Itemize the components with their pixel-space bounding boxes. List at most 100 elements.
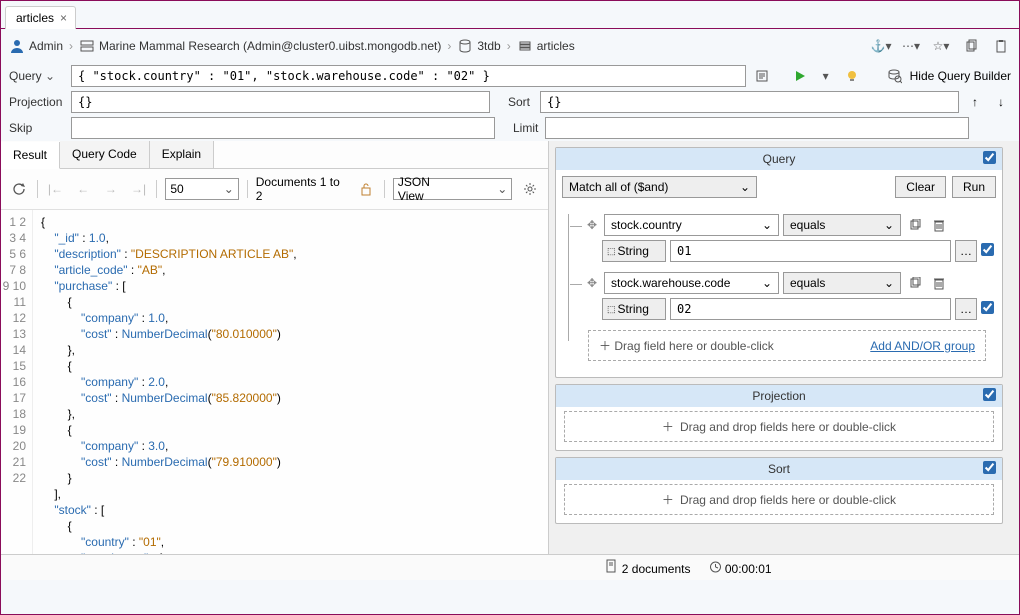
builder-icon[interactable] <box>884 66 904 86</box>
database-icon <box>457 38 473 54</box>
breadcrumb-db[interactable]: 3tdb <box>477 39 500 53</box>
doc-range-label: Documents 1 to 2 <box>256 175 349 203</box>
skip-input[interactable] <box>71 117 495 139</box>
grip-icon[interactable]: ✥ <box>584 218 600 232</box>
value-input[interactable] <box>670 298 951 320</box>
query-panel-header: Query <box>556 148 1002 170</box>
conditions-list: ✥ stock.country⌄ equals⌄ ⬚String … <box>556 204 1002 377</box>
value-enabled-toggle[interactable] <box>981 243 994 259</box>
projection-sort-row: Projection Sort ↑ ↓ <box>1 89 1019 115</box>
close-icon[interactable]: × <box>60 11 67 25</box>
field-select[interactable]: stock.warehouse.code⌄ <box>604 272 779 294</box>
tab-explain[interactable]: Explain <box>150 141 214 168</box>
bulb-icon[interactable] <box>842 66 862 86</box>
line-gutter: 1 2 3 4 5 6 7 8 9 10 11 12 13 14 15 16 1… <box>1 210 33 554</box>
last-page-icon[interactable]: →| <box>129 179 149 199</box>
doc-count-status: 2 documents <box>606 559 690 576</box>
duplicate-icon[interactable] <box>905 273 925 293</box>
scrollbar[interactable] <box>1007 141 1019 554</box>
server-icon <box>79 38 95 54</box>
hide-builder-button[interactable]: Hide Query Builder <box>910 69 1011 83</box>
projection-drop[interactable]: ＋Drag and drop fields here or double-cli… <box>564 411 994 442</box>
gear-icon[interactable] <box>520 179 540 199</box>
sort-panel-toggle[interactable] <box>983 461 996 477</box>
sort-asc-icon[interactable]: ↑ <box>965 92 985 112</box>
breadcrumb-connection[interactable]: Marine Mammal Research (Admin@cluster0.u… <box>99 39 441 53</box>
star-icon[interactable]: ☆▾ <box>931 36 951 56</box>
plus-icon: ＋ <box>599 339 611 353</box>
elapsed-time-status: 00:00:01 <box>709 560 772 576</box>
view-mode-select[interactable]: JSON View⌄ <box>393 178 512 200</box>
user-icon <box>9 38 25 54</box>
status-bar: 2 documents 00:00:01 <box>1 554 1019 580</box>
first-page-icon[interactable]: |← <box>46 179 66 199</box>
breadcrumb: Admin › Marine Mammal Research (Admin@cl… <box>1 29 1019 63</box>
paste-icon[interactable] <box>991 36 1011 56</box>
sort-panel-header: Sort <box>556 458 1002 480</box>
query-panel-toggle[interactable] <box>983 151 996 167</box>
type-select[interactable]: ⬚String <box>602 298 666 320</box>
copy-icon[interactable] <box>961 36 981 56</box>
projection-input[interactable] <box>71 91 490 113</box>
result-toolbar: |← ← → →| 50⌄ Documents 1 to 2 JSON View… <box>1 169 548 210</box>
query-builder-panel: Query Match all of ($and)⌄ Clear Run ✥ s… <box>555 147 1003 378</box>
value-enabled-toggle[interactable] <box>981 301 994 317</box>
page-size-select[interactable]: 50⌄ <box>165 178 238 200</box>
projection-panel-header: Projection <box>556 385 1002 407</box>
tab-result[interactable]: Result <box>1 142 60 169</box>
delete-icon[interactable] <box>929 215 949 235</box>
query-input[interactable] <box>71 65 746 87</box>
tab-articles[interactable]: articles × <box>5 6 76 29</box>
prev-page-icon[interactable]: ← <box>73 179 93 199</box>
clear-button[interactable]: Clear <box>895 176 946 198</box>
refresh-icon[interactable] <box>9 179 29 199</box>
operator-select[interactable]: equals⌄ <box>783 272 901 294</box>
tab-query-code[interactable]: Query Code <box>60 141 150 168</box>
breadcrumb-user[interactable]: Admin <box>29 39 63 53</box>
limit-input[interactable] <box>545 117 969 139</box>
sort-desc-icon[interactable]: ↓ <box>991 92 1011 112</box>
run-button[interactable]: Run <box>952 176 996 198</box>
breadcrumb-tools: ⚓▾ ⋯▾ ☆▾ <box>871 36 1011 56</box>
type-select[interactable]: ⬚String <box>602 240 666 262</box>
add-condition-drop[interactable]: ＋ Drag field here or double-click Add AN… <box>588 330 986 361</box>
json-result[interactable]: 1 2 3 4 5 6 7 8 9 10 11 12 13 14 15 16 1… <box>1 210 548 554</box>
chevron-right-icon: › <box>447 39 451 53</box>
grip-icon[interactable]: ✥ <box>584 276 600 290</box>
value-input[interactable] <box>670 240 951 262</box>
value-browse-button[interactable]: … <box>955 298 977 320</box>
projection-label: Projection <box>9 95 65 109</box>
operator-select[interactable]: equals⌄ <box>783 214 901 236</box>
next-page-icon[interactable]: → <box>101 179 121 199</box>
run-dropdown-icon[interactable]: ▾ <box>816 66 836 86</box>
skip-label: Skip <box>9 121 65 135</box>
anchor-icon[interactable]: ⚓▾ <box>871 36 891 56</box>
more-icon[interactable]: ⋯▾ <box>901 36 921 56</box>
condition-row: ✥ stock.country⌄ equals⌄ ⬚String … <box>584 214 994 262</box>
delete-icon[interactable] <box>929 273 949 293</box>
breadcrumb-collection[interactable]: articles <box>537 39 575 53</box>
skip-limit-row: Skip Limit <box>1 115 1019 141</box>
match-mode-select[interactable]: Match all of ($and)⌄ <box>562 176 757 198</box>
projection-panel: Projection ＋Drag and drop fields here or… <box>555 384 1003 451</box>
sort-input[interactable] <box>540 91 959 113</box>
query-label: Query ⌄ <box>9 69 65 83</box>
value-browse-button[interactable]: … <box>955 240 977 262</box>
collection-icon <box>517 38 533 54</box>
field-select[interactable]: stock.country⌄ <box>604 214 779 236</box>
chevron-right-icon: › <box>69 39 73 53</box>
duplicate-icon[interactable] <box>905 215 925 235</box>
condition-row: ✥ stock.warehouse.code⌄ equals⌄ ⬚String … <box>584 272 994 320</box>
run-icon[interactable] <box>790 66 810 86</box>
sort-drop[interactable]: ＋Drag and drop fields here or double-cli… <box>564 484 994 515</box>
query-options-icon[interactable] <box>752 66 772 86</box>
plus-icon: ＋ <box>662 491 674 508</box>
query-row: Query ⌄ ▾ Hide Query Builder <box>1 63 1019 89</box>
sort-panel: Sort ＋Drag and drop fields here or doubl… <box>555 457 1003 524</box>
lock-icon[interactable] <box>356 179 376 199</box>
add-group-link[interactable]: Add AND/OR group <box>870 339 975 353</box>
tab-bar: articles × <box>1 1 1019 29</box>
result-tabs: Result Query Code Explain <box>1 141 548 169</box>
code-area[interactable]: { "_id" : 1.0, "description" : "DESCRIPT… <box>33 210 548 554</box>
projection-panel-toggle[interactable] <box>983 388 996 404</box>
